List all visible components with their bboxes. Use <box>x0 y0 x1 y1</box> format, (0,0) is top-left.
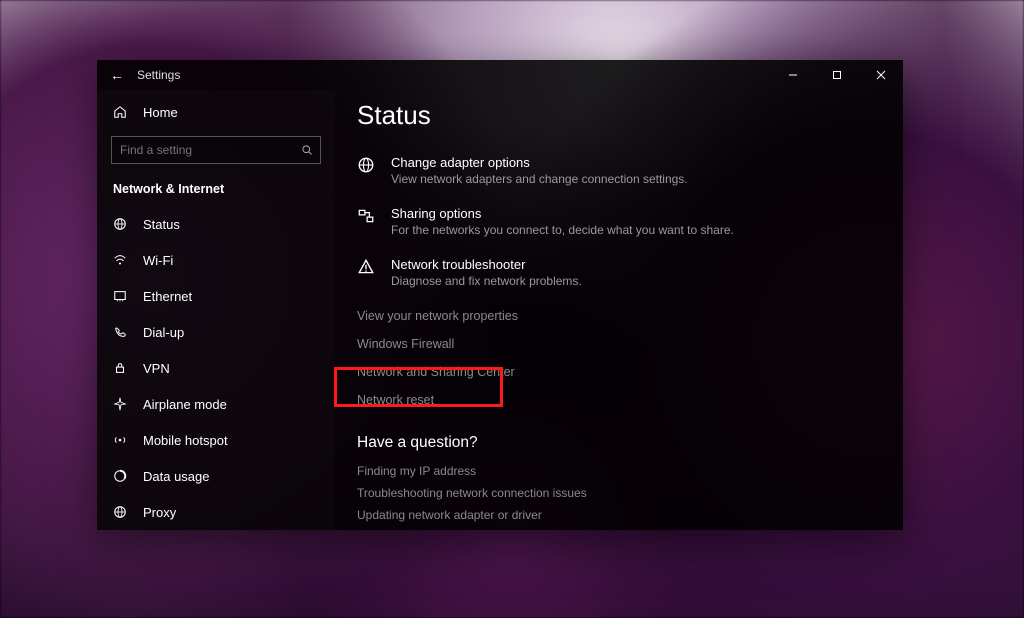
hotspot-icon <box>113 433 129 447</box>
question-header: Have a question? <box>357 434 903 452</box>
minimize-button[interactable] <box>771 60 815 90</box>
search-icon <box>301 144 313 156</box>
link-view-properties[interactable]: View your network properties <box>357 302 903 330</box>
vpn-icon <box>113 361 129 375</box>
sidebar-item-label: Wi-Fi <box>143 253 173 268</box>
sidebar-section-label: Network & Internet <box>97 174 335 206</box>
option-change-adapter[interactable]: Change adapter options View network adap… <box>357 149 903 200</box>
sidebar-item-label: Dial-up <box>143 325 184 340</box>
faq-troubleshoot-connection[interactable]: Troubleshooting network connection issue… <box>357 482 903 504</box>
maximize-icon <box>832 70 842 80</box>
airplane-icon <box>113 397 129 411</box>
option-desc: View network adapters and change connect… <box>391 172 688 186</box>
sidebar-item-label: VPN <box>143 361 170 376</box>
dialup-icon <box>113 325 129 339</box>
sidebar-item-label: Status <box>143 217 180 232</box>
home-nav[interactable]: Home <box>97 94 335 130</box>
sidebar-item-datausage[interactable]: Data usage <box>97 458 335 494</box>
sidebar-item-label: Airplane mode <box>143 397 227 412</box>
sidebar-item-ethernet[interactable]: Ethernet <box>97 278 335 314</box>
close-button[interactable] <box>859 60 903 90</box>
window-controls <box>771 60 903 90</box>
search-input[interactable] <box>111 136 321 164</box>
back-button[interactable]: ← <box>97 67 137 83</box>
option-troubleshooter[interactable]: Network troubleshooter Diagnose and fix … <box>357 251 903 302</box>
sidebar-item-status[interactable]: Status <box>97 206 335 242</box>
sidebar-item-label: Mobile hotspot <box>143 433 228 448</box>
titlebar: ← Settings <box>97 60 903 90</box>
window-title: Settings <box>137 68 180 82</box>
option-title: Sharing options <box>391 206 734 221</box>
sharing-icon <box>357 206 377 237</box>
ethernet-icon <box>113 289 129 303</box>
option-sharing[interactable]: Sharing options For the networks you con… <box>357 200 903 251</box>
minimize-icon <box>788 70 798 80</box>
close-icon <box>876 70 886 80</box>
search-field[interactable] <box>111 136 321 164</box>
status-icon <box>113 217 129 231</box>
sidebar-item-label: Ethernet <box>143 289 192 304</box>
link-network-reset[interactable]: Network reset <box>357 386 903 414</box>
maximize-button[interactable] <box>815 60 859 90</box>
sidebar-item-vpn[interactable]: VPN <box>97 350 335 386</box>
option-title: Network troubleshooter <box>391 257 582 272</box>
globe-icon <box>357 155 377 186</box>
faq-update-adapter[interactable]: Updating network adapter or driver <box>357 504 903 526</box>
main-content: Status Change adapter options View netwo… <box>335 90 903 530</box>
option-title: Change adapter options <box>391 155 688 170</box>
wifi-icon <box>113 253 129 267</box>
troubleshoot-icon <box>357 257 377 288</box>
sidebar-item-dialup[interactable]: Dial-up <box>97 314 335 350</box>
option-desc: Diagnose and fix network problems. <box>391 274 582 288</box>
link-windows-firewall[interactable]: Windows Firewall <box>357 330 903 358</box>
settings-window: ← Settings Home <box>97 60 903 530</box>
data-usage-icon <box>113 469 129 483</box>
sidebar: Home Network & Internet Status Wi-Fi <box>97 90 335 530</box>
sidebar-item-label: Proxy <box>143 505 176 520</box>
sidebar-item-label: Data usage <box>143 469 210 484</box>
home-icon <box>113 105 129 119</box>
page-title: Status <box>357 100 903 131</box>
sidebar-item-wifi[interactable]: Wi-Fi <box>97 242 335 278</box>
home-label: Home <box>143 105 178 120</box>
faq-ip-address[interactable]: Finding my IP address <box>357 460 903 482</box>
sidebar-item-airplane[interactable]: Airplane mode <box>97 386 335 422</box>
proxy-icon <box>113 505 129 519</box>
option-desc: For the networks you connect to, decide … <box>391 223 734 237</box>
link-network-sharing-center[interactable]: Network and Sharing Center <box>357 358 903 386</box>
sidebar-item-proxy[interactable]: Proxy <box>97 494 335 530</box>
sidebar-item-hotspot[interactable]: Mobile hotspot <box>97 422 335 458</box>
